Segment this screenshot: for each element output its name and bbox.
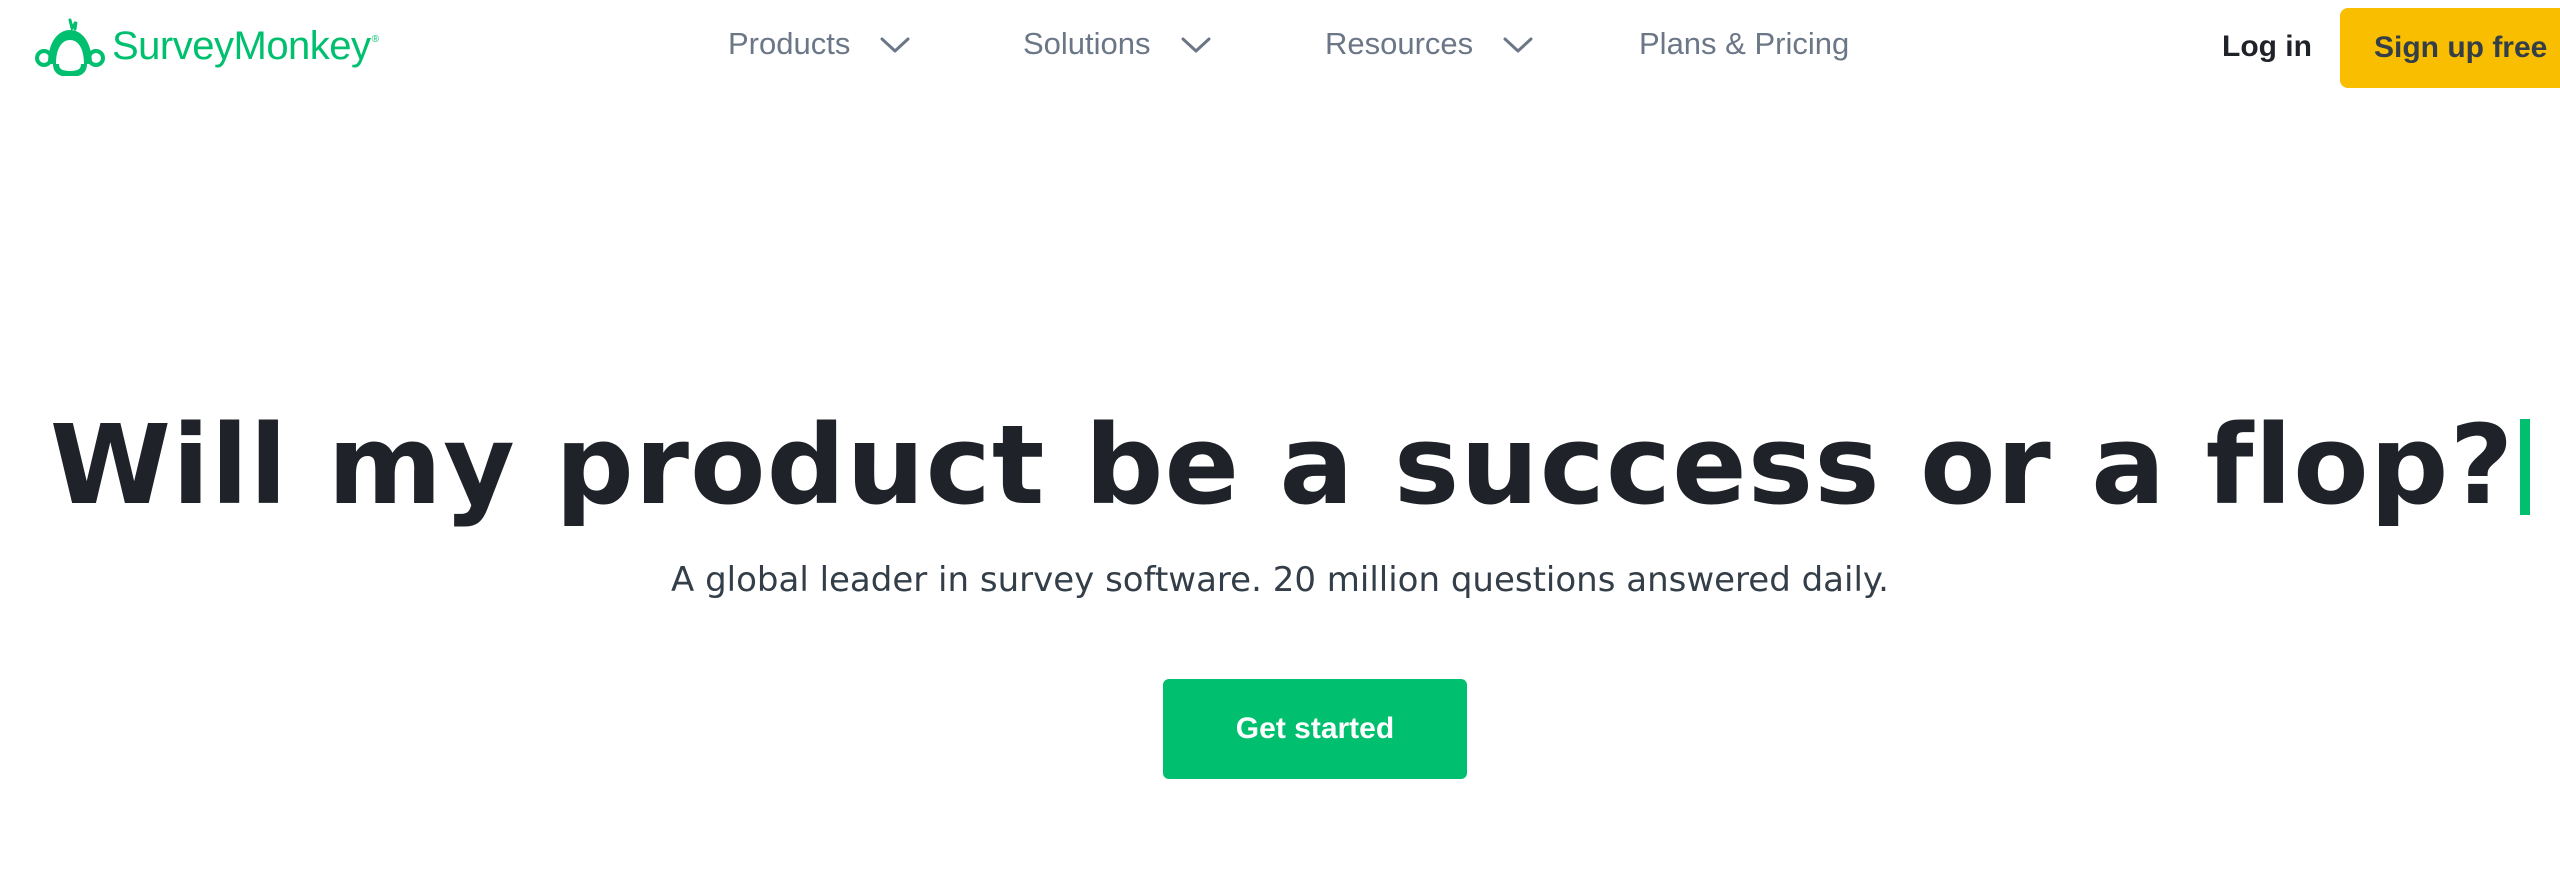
hero-title: Will my product be a success or a flop? (0, 400, 2560, 530)
get-started-button[interactable]: Get started (1163, 679, 1467, 779)
chevron-down-icon (1503, 26, 1533, 62)
chevron-down-icon (880, 26, 910, 62)
nav-products-label: Products (728, 26, 851, 61)
nav-solutions-label: Solutions (1023, 26, 1151, 61)
nav-products[interactable]: Products (728, 26, 910, 62)
site-header: SurveyMonkey ® Products Solutions Resour… (0, 0, 2560, 96)
hero-title-wrap: Will my product be a success or a flop? (50, 400, 2531, 530)
typing-caret (2520, 419, 2531, 515)
login-link[interactable]: Log in (2222, 30, 2312, 64)
nav-resources-label: Resources (1325, 26, 1474, 61)
nav-plans-pricing[interactable]: Plans & Pricing (1639, 26, 1849, 62)
surveymonkey-logo-icon (35, 18, 105, 76)
signup-button[interactable]: Sign up free (2340, 8, 2560, 88)
hero-title-text: Will my product be a success or a flop? (49, 401, 2515, 529)
page: SurveyMonkey ® Products Solutions Resour… (0, 0, 2560, 893)
logo-text: SurveyMonkey (112, 23, 371, 68)
chevron-down-icon (1181, 26, 1211, 62)
logo-registered-mark: ® (371, 34, 379, 45)
nav-plans-pricing-label: Plans & Pricing (1639, 26, 1850, 61)
nav-solutions[interactable]: Solutions (1023, 26, 1211, 62)
nav-resources[interactable]: Resources (1325, 26, 1533, 62)
surveymonkey-logo[interactable]: SurveyMonkey ® (34, 16, 379, 76)
hero-subtitle: A global leader in survey software. 20 m… (671, 560, 1889, 600)
